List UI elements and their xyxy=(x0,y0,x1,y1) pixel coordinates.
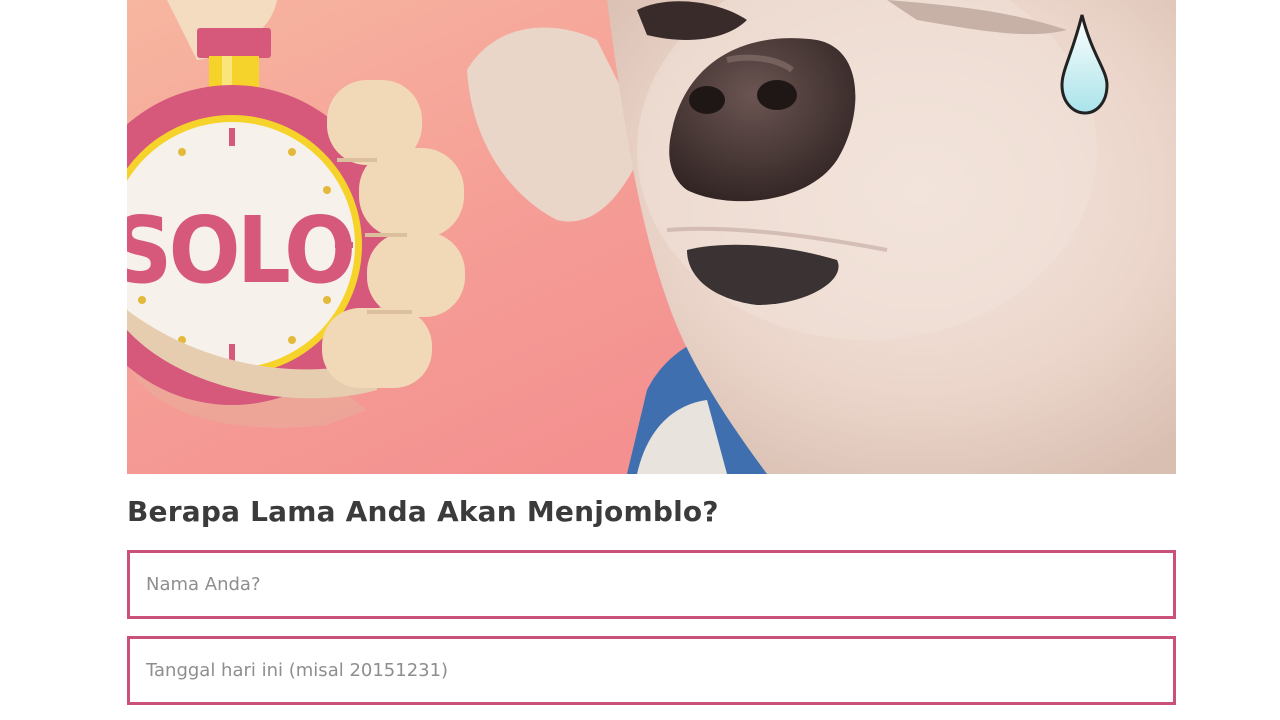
date-input[interactable] xyxy=(127,636,1176,705)
page-title: Berapa Lama Anda Akan Menjomblo? xyxy=(127,495,719,528)
name-input[interactable] xyxy=(127,550,1176,619)
quiz-page: SOLO Berapa Lama Anda Akan Menjomblo? xyxy=(0,0,1280,720)
stopwatch-solo-text: SOLO xyxy=(127,197,352,304)
hero-image: SOLO xyxy=(127,0,1176,474)
